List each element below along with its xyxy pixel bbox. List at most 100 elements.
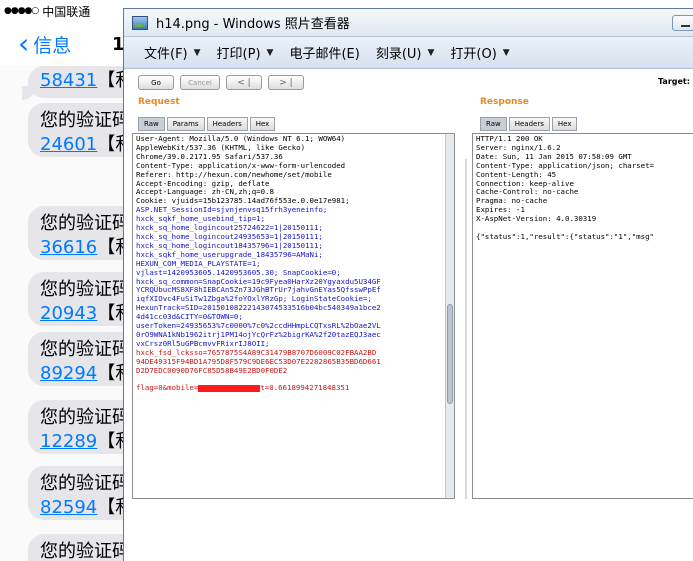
message-text: 您的验证码 bbox=[40, 339, 130, 360]
code-line-text: Chrome/39.0.2171.95 Safari/537.36 bbox=[136, 151, 283, 161]
code-line-text: hxck_fsd_lcksso=7657875S4A89C31479B8707D… bbox=[136, 347, 377, 357]
message-bubble[interactable]: 您的验证码 bbox=[28, 534, 138, 561]
code-line-text: iqfXIOvc4FuSiTw1Zbga%2foYOxlYRzGp; Login… bbox=[136, 294, 372, 304]
menu-email[interactable]: 电子邮件(E) bbox=[281, 41, 367, 65]
viewer-menubar: 文件(F) ▼ 打印(P) ▼ 电子邮件(E) 刻录(U) ▼ 打开(O) ▼ bbox=[124, 37, 693, 69]
request-tabs: Raw Params Headers Hex bbox=[138, 117, 276, 131]
code-line-text: flag=0&mobile= bbox=[136, 383, 199, 393]
window-titlebar[interactable]: h14.png - Windows 照片查看器 bbox=[124, 9, 693, 37]
code-line-text: User-Agent: Mozilla/5.0 (Windows NT 6.1;… bbox=[136, 134, 346, 143]
code-line-text: Cache-Control: no-cache bbox=[476, 187, 579, 197]
menu-burn[interactable]: 刻录(U) ▼ bbox=[368, 41, 443, 65]
verification-code-link[interactable]: 24601 bbox=[40, 134, 97, 155]
code-line-text: hxck_sqkf_home_userupgrade_18435796=AMaN… bbox=[136, 249, 323, 259]
verification-code-link[interactable]: 20943 bbox=[40, 303, 97, 324]
code-line-text: hxck_sq_home_logincout18435796=1|2015011… bbox=[136, 240, 323, 250]
code-line-text: X-AspNet-Version: 4.0.30319 bbox=[476, 214, 597, 224]
code-line-text: Content-Length: 45 bbox=[476, 169, 557, 179]
redaction-mark bbox=[198, 384, 261, 392]
verification-code-link[interactable]: 58431 bbox=[40, 70, 97, 91]
photo-viewer-app-icon bbox=[132, 15, 148, 30]
menu-print[interactable]: 打印(P) ▼ bbox=[209, 41, 282, 65]
code-line-text: hxck_sq_home_logincout25724622=1|2015011… bbox=[136, 223, 323, 233]
menu-label: 电子邮件(E) bbox=[289, 47, 360, 62]
code-line-text: ASP.NET_SessionId=sjvnjenvsq15frh3yenein… bbox=[136, 205, 328, 215]
code-line-text: 94DE49315F94BD1A795D8F579C9DE6EC53D07E22… bbox=[136, 356, 381, 366]
request-scrollbar[interactable] bbox=[445, 134, 454, 498]
code-line-text: t=0.6618994271848351 bbox=[260, 383, 350, 393]
request-pane-title: Request bbox=[138, 97, 180, 107]
tab-headers[interactable]: Headers bbox=[206, 117, 248, 131]
menu-label: 刻录(U) bbox=[375, 47, 422, 62]
verification-code-link[interactable]: 82594 bbox=[40, 497, 97, 518]
repeater-toolbar: Go Cancel < | > | bbox=[138, 75, 304, 90]
message-text: 您的验证码 bbox=[40, 407, 130, 428]
code-line-text: vjlast=1420953605.1420953605.30; SnapCoo… bbox=[136, 267, 341, 277]
menu-file[interactable]: 文件(F) ▼ bbox=[136, 41, 209, 65]
tab-raw[interactable]: Raw bbox=[480, 117, 507, 131]
bubble-tail bbox=[22, 86, 36, 100]
cancel-button[interactable]: Cancel bbox=[180, 75, 220, 90]
code-line: {"status":1,"result":{"status":"1","msg" bbox=[476, 232, 693, 242]
tab-hex[interactable]: Hex bbox=[551, 117, 578, 131]
message-bubble[interactable]: 您的验证码 24601【和 bbox=[28, 103, 138, 157]
code-line: flag=0&mobile= t=0.6618994271848351 bbox=[136, 383, 451, 393]
dropdown-arrow-icon: ▼ bbox=[266, 47, 274, 58]
tab-headers[interactable]: Headers bbox=[508, 117, 550, 131]
message-text: 您的验证码 bbox=[40, 213, 130, 234]
photo-viewer-window: h14.png - Windows 照片查看器 文件(F) ▼ 打印(P) ▼ 电子… bbox=[123, 8, 693, 561]
message-bubble[interactable]: 您的验证码 12289【和 bbox=[28, 400, 138, 454]
tab-raw[interactable]: Raw bbox=[138, 117, 165, 131]
pane-splitter[interactable] bbox=[465, 159, 467, 499]
dropdown-arrow-icon: ▼ bbox=[427, 47, 435, 58]
code-line: D2D7EDC0090D76FC85D58B49E2BD0F0DE2 bbox=[136, 365, 451, 376]
history-back-button[interactable]: < | bbox=[226, 75, 262, 90]
code-line-text: hxck_sqkf_home_usebind_tip=1; bbox=[136, 214, 266, 224]
back-chevron-icon[interactable]: ‹ bbox=[18, 30, 29, 58]
code-line-text: Date: Sun, 11 Jan 2015 07:58:09 GMT bbox=[476, 151, 632, 161]
back-button[interactable]: 信息 bbox=[33, 31, 71, 58]
code-line-text: HexunTrack=SID=20150108222143074533516b0… bbox=[136, 303, 381, 313]
message-text: 您的验证码 bbox=[40, 473, 130, 494]
message-bubble[interactable]: 您的验证码 20943【和 bbox=[28, 272, 138, 326]
carrier-name: 中国联通 bbox=[42, 4, 91, 19]
menu-label: 打开(O) bbox=[450, 47, 497, 62]
verification-code-link[interactable]: 89294 bbox=[40, 363, 97, 384]
scrollbar-thumb[interactable] bbox=[447, 304, 453, 404]
code-line-text: HTTP/1.1 200 OK bbox=[476, 134, 543, 143]
request-editor[interactable]: User-Agent: Mozilla/5.0 (Windows NT 6.1;… bbox=[132, 133, 455, 499]
code-line-text: Cookie: vjuids=15b123785.14ad76f553e.0.0… bbox=[136, 196, 350, 206]
message-bubble[interactable]: 您的验证码 89294【和 bbox=[28, 332, 138, 386]
code-line-text: 0rO9WNA1kNb1962itrj1PM14ojYcQrFz%2bigrKA… bbox=[136, 329, 381, 339]
message-bubble[interactable]: 您的验证码 82594【和 bbox=[28, 466, 138, 520]
message-bubble[interactable]: 58431【和 bbox=[28, 66, 138, 98]
code-line-text: Connection: keep-alive bbox=[476, 178, 574, 188]
history-forward-button[interactable]: > | bbox=[268, 75, 304, 90]
code-line-text: YCRQUbucMS8XF8hIEBCAn5Zn73JGhBTrUr7jahvG… bbox=[136, 285, 381, 295]
verification-code-link[interactable]: 36616 bbox=[40, 237, 97, 258]
minimize-button[interactable] bbox=[672, 15, 693, 31]
burp-repeater-screenshot: Go Cancel < | > | Target: ht Request Raw… bbox=[124, 71, 693, 511]
message-text: 您的验证码 bbox=[40, 541, 130, 561]
code-line-text: vxCrsz0Rl5uGPBcmvvFRixrIJ8OII; bbox=[136, 338, 270, 348]
response-editor[interactable]: HTTP/1.1 200 OK Server: nginx/1.6.2 Date: … bbox=[472, 133, 693, 499]
response-pane-title: Response bbox=[480, 97, 529, 107]
code-line-text: hxck_sq_common=SnapCookie=19c9Fyea0HarXz… bbox=[136, 276, 381, 286]
window-title: h14.png - Windows 照片查看器 bbox=[156, 17, 350, 32]
menu-open[interactable]: 打开(O) ▼ bbox=[442, 41, 517, 65]
code-line: X-AspNet-Version: 4.0.30319 bbox=[476, 214, 693, 224]
code-line-text: HEXUN_COM_MEDIA_PLAYSTATE=1; bbox=[136, 258, 261, 268]
status-bar: ●●●●○ 中国联通 bbox=[0, 0, 140, 22]
response-tabs: Raw Headers Hex bbox=[480, 117, 578, 131]
go-button[interactable]: Go bbox=[138, 75, 174, 90]
tab-hex[interactable]: Hex bbox=[249, 117, 276, 131]
verification-code-link[interactable]: 12289 bbox=[40, 431, 97, 452]
dropdown-arrow-icon: ▼ bbox=[193, 47, 201, 58]
tab-params[interactable]: Params bbox=[166, 117, 205, 131]
code-line-text: D2D7EDC0090D76FC85D58B49E2BD0F0DE2 bbox=[136, 365, 288, 375]
message-bubble[interactable]: 您的验证码 36616【和 bbox=[28, 206, 138, 260]
code-line-text: Referer: http://hexun.com/newhome/set/mo… bbox=[136, 169, 332, 179]
dropdown-arrow-icon: ▼ bbox=[502, 47, 510, 58]
